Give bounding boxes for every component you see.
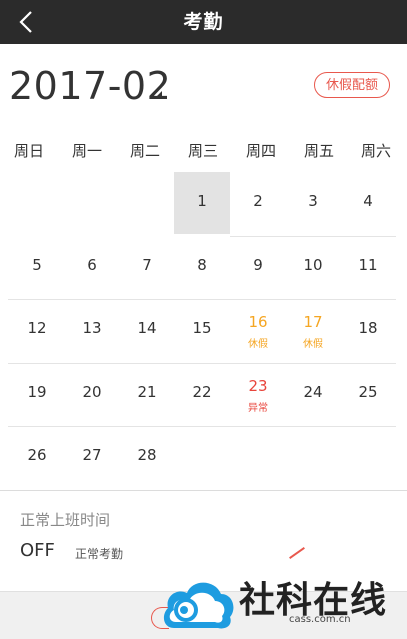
day-number: 6 (87, 255, 97, 274)
calendar-day[interactable]: 17 休假 (285, 299, 341, 361)
calendar-day[interactable]: 4 (340, 172, 396, 234)
calendar-day[interactable]: 9 (230, 236, 286, 298)
day-number: 25 (358, 382, 378, 401)
day-number: 10 (303, 255, 323, 274)
day-number: 20 (82, 382, 102, 401)
calendar-day[interactable]: 14 (119, 299, 175, 361)
day-number: 11 (358, 255, 378, 274)
day-number: 2 (253, 192, 263, 210)
day-number: 15 (192, 319, 212, 337)
day-number: 12 (27, 319, 47, 337)
day-number: 18 (358, 319, 378, 337)
calendar-day[interactable]: 2 (230, 172, 286, 234)
watermark-url: cass.com.cn (289, 614, 351, 625)
weekday-label: 周三 (187, 142, 218, 160)
month-header: 2017-02 休假配额 (0, 44, 407, 130)
day-number: 7 (142, 255, 152, 274)
vacation-quota-button[interactable]: 休假配额 (314, 72, 390, 98)
weekday-header: 周日 周一 周二 周三 周四 周五 周六 (0, 140, 407, 168)
day-number: 4 (363, 192, 373, 210)
day-number: 14 (137, 319, 157, 337)
day-number: 28 (137, 446, 157, 464)
page-title: 考勤 (183, 11, 224, 33)
calendar-day[interactable]: 5 (9, 236, 65, 298)
day-number: 27 (82, 446, 102, 464)
calendar-day[interactable]: 27 (64, 426, 120, 488)
day-number: 22 (192, 382, 212, 401)
schedule-value: OFF (20, 540, 55, 561)
weekday-label: 周五 (303, 142, 334, 160)
schedule-label: 正常上班时间 (20, 511, 111, 529)
weekday-label: 周二 (129, 142, 160, 160)
day-number: 23 (248, 376, 268, 395)
day-number: 19 (27, 382, 47, 401)
section-divider (0, 490, 407, 491)
calendar-day[interactable]: 25 (340, 363, 396, 425)
calendar-day[interactable]: 11 (340, 236, 396, 298)
calendar-day[interactable]: 6 (64, 236, 120, 298)
watermark: 社科在线 cass.com.cn (160, 570, 407, 639)
day-number: 8 (197, 255, 207, 274)
day-status-label: 休假 (248, 339, 268, 350)
weekday-label: 周日 (13, 142, 44, 160)
attendance-tag: 正常考勤 (75, 547, 124, 561)
day-number: 13 (82, 319, 102, 337)
calendar-day[interactable]: 12 (9, 299, 65, 361)
calendar-day[interactable]: 23 异常 (230, 363, 286, 425)
day-number: 9 (253, 255, 263, 274)
month-selector[interactable]: 2017-02 (9, 64, 171, 108)
day-number: 21 (137, 382, 157, 401)
day-number: 1 (197, 192, 207, 210)
day-number: 26 (27, 446, 47, 464)
top-bar: 考勤 (0, 0, 407, 44)
calendar-day[interactable]: 7 (119, 236, 175, 298)
calendar-day[interactable]: 28 (119, 426, 175, 488)
calendar-day[interactable]: 21 (119, 363, 175, 425)
weekday-label: 周四 (245, 142, 276, 160)
day-number: 24 (303, 382, 323, 401)
calendar-day[interactable]: 3 (285, 172, 341, 234)
day-number: 5 (32, 255, 42, 274)
cloud-logo-icon (163, 582, 234, 629)
month-dropdown-icon[interactable] (154, 91, 162, 99)
weekday-label: 周一 (71, 142, 102, 160)
day-status-label: 休假 (303, 339, 323, 350)
day-number: 17 (303, 313, 323, 331)
calendar-day[interactable]: 13 (64, 299, 120, 361)
calendar-day[interactable]: 19 (9, 363, 65, 425)
calendar-day[interactable]: 8 (174, 236, 230, 298)
decorative-stroke (289, 547, 305, 559)
weekday-label: 周六 (360, 142, 391, 160)
calendar-day[interactable]: 1 (174, 172, 230, 234)
calendar-day[interactable]: 18 (340, 299, 396, 361)
calendar-day[interactable]: 20 (64, 363, 120, 425)
calendar-day[interactable]: 10 (285, 236, 341, 298)
calendar-day[interactable]: 26 (9, 426, 65, 488)
day-number: 16 (248, 313, 268, 331)
calendar-day[interactable]: 15 (174, 299, 230, 361)
calendar-day[interactable]: 16 休假 (230, 299, 286, 361)
calendar-day[interactable]: 24 (285, 363, 341, 425)
day-status-label: 异常 (248, 402, 268, 414)
day-number: 3 (308, 192, 318, 210)
calendar-day[interactable]: 22 (174, 363, 230, 425)
